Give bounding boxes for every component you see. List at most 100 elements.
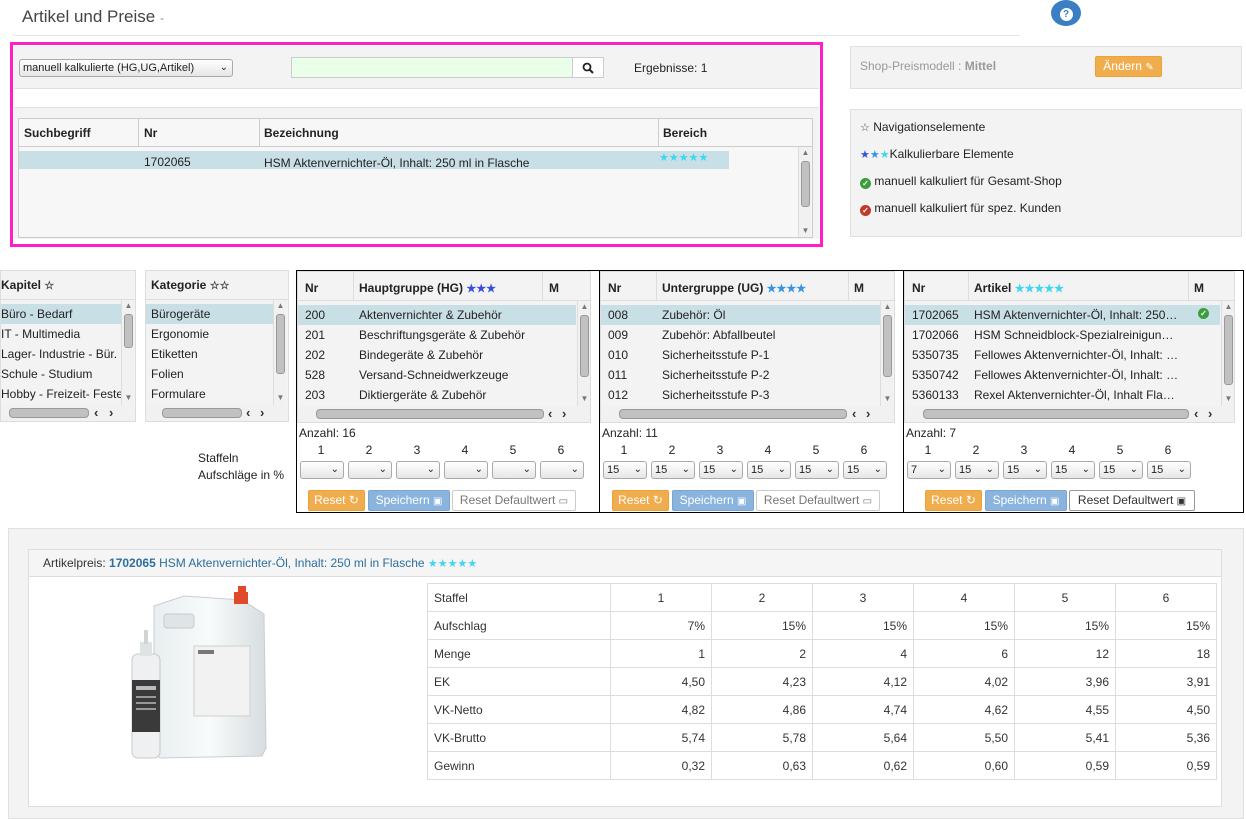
list-item[interactable]: Hobby - Freizeit- Feste bbox=[1, 384, 121, 404]
ug-col-m[interactable]: M bbox=[854, 281, 864, 295]
ug-step-select[interactable]: 15 ⌄ bbox=[795, 461, 839, 479]
table-row[interactable]: 011 Sicherheitsstufe P-2 bbox=[601, 365, 880, 385]
hg-col-nr[interactable]: Nr bbox=[305, 281, 318, 295]
kapitel-hscroll[interactable]: ‹ › bbox=[1, 405, 135, 421]
col-nr[interactable]: Nr bbox=[144, 126, 157, 140]
ug-col-name[interactable]: Untergruppe (UG) ★★★★ bbox=[662, 281, 806, 295]
table-row[interactable]: 201 Beschriftungsgeräte & Zubehör bbox=[298, 325, 576, 345]
results-count: Ergebnisse: 1 bbox=[634, 61, 708, 75]
table-row[interactable]: 5350735 Fellowes Aktenvernichter-Öl, Inha… bbox=[905, 345, 1220, 365]
ug-scrollbar[interactable]: ▲ ▼ bbox=[880, 301, 893, 409]
ug-reset-default-button[interactable]: Reset Defaultwert ▭ bbox=[756, 490, 880, 511]
art-reset-button[interactable]: Reset ↻ bbox=[925, 490, 982, 511]
search-icon bbox=[582, 62, 594, 74]
kapitel-scrollbar[interactable]: ▲ ▼ bbox=[121, 300, 134, 408]
table-row[interactable]: 1702065 HSM Aktenvernichter-Öl, Inhalt: 2… bbox=[905, 305, 1220, 325]
art-scrollbar[interactable]: ▲ ▼ bbox=[1221, 301, 1234, 409]
ug-col-nr[interactable]: Nr bbox=[608, 281, 621, 295]
hg-step-select[interactable]: ⌄ bbox=[300, 461, 344, 479]
hg-step-select[interactable]: ⌄ bbox=[348, 461, 392, 479]
star-icon: ★★★★★ bbox=[1014, 283, 1065, 295]
star-outline-icon: ☆ bbox=[44, 280, 55, 292]
table-row[interactable]: 5360133 Rexel Aktenvernichter-Öl, Inhalt … bbox=[905, 385, 1220, 405]
results-scrollbar[interactable]: ▲ ▼ bbox=[798, 147, 811, 237]
kategorie-hscroll[interactable]: ‹ › bbox=[146, 405, 288, 421]
hg-reset-button[interactable]: Reset ↻ bbox=[308, 490, 365, 511]
art-save-button[interactable]: Speichern ▣ bbox=[985, 490, 1067, 511]
price-cell: 5,50 bbox=[913, 723, 1015, 752]
table-row[interactable]: 1702066 HSM Schneidblock-Spezialreinigun… bbox=[905, 325, 1220, 345]
art-step-select[interactable]: 15 ⌄ bbox=[1147, 461, 1191, 479]
hg-col-name[interactable]: Hauptgruppe (HG) ★★★ bbox=[359, 281, 496, 295]
art-reset-default-button[interactable]: Reset Defaultwert ▣ bbox=[1069, 490, 1195, 511]
art-col-name[interactable]: Artikel ★★★★★ bbox=[974, 281, 1064, 295]
hg-col-m[interactable]: M bbox=[549, 281, 559, 295]
search-button[interactable] bbox=[572, 57, 604, 78]
price-row-label: Gewinn bbox=[427, 751, 611, 780]
table-row[interactable]: 1702065 HSM Aktenvernichter-Öl, Inhalt: … bbox=[19, 151, 729, 170]
list-item[interactable]: IT - Multimedia bbox=[1, 324, 121, 344]
row-nr: 1702065 bbox=[144, 155, 191, 169]
ug-step-select[interactable]: 15 ⌄ bbox=[651, 461, 695, 479]
art-step-select[interactable]: 15 ⌄ bbox=[1051, 461, 1095, 479]
search-input[interactable] bbox=[291, 57, 573, 78]
list-item[interactable]: Folien bbox=[146, 364, 274, 384]
price-cell: 5,78 bbox=[711, 723, 813, 752]
hg-hscroll[interactable]: ‹ › bbox=[298, 406, 590, 422]
hg-step-select[interactable]: ⌄ bbox=[540, 461, 584, 479]
list-item[interactable]: Formulare bbox=[146, 384, 274, 404]
kategorie-scrollbar[interactable]: ▲ ▼ bbox=[273, 300, 286, 408]
list-item[interactable]: Schule - Studium bbox=[1, 364, 121, 384]
hg-reset-default-button[interactable]: Reset Defaultwert ▭ bbox=[452, 490, 576, 511]
hg-scrollbar[interactable]: ▲ ▼ bbox=[577, 301, 590, 409]
check-green-icon: ✓ bbox=[1198, 308, 1209, 319]
star-icon: ★ bbox=[869, 149, 880, 161]
list-item[interactable]: Ergonomie bbox=[146, 324, 274, 344]
ug-save-button[interactable]: Speichern ▣ bbox=[672, 490, 754, 511]
edit-icon: ✎ bbox=[1145, 62, 1154, 73]
art-step-select[interactable]: 15 ⌄ bbox=[1099, 461, 1143, 479]
ug-step-select[interactable]: 15 ⌄ bbox=[603, 461, 647, 479]
hg-step-select[interactable]: ⌄ bbox=[396, 461, 440, 479]
hg-save-button[interactable]: Speichern ▣ bbox=[368, 490, 450, 511]
table-row[interactable]: 202 Bindegeräte & Zubehör bbox=[298, 345, 576, 365]
price-cell: 15% bbox=[711, 611, 813, 640]
table-row[interactable]: 203 Diktiergeräte & Zubehör bbox=[298, 385, 576, 405]
table-row[interactable]: 200 Aktenvernichter & Zubehör bbox=[298, 305, 576, 325]
ug-reset-button[interactable]: Reset ↻ bbox=[612, 490, 669, 511]
change-label: Ändern bbox=[1103, 59, 1142, 73]
list-item[interactable]: Lager- Industrie - Bür. bbox=[1, 344, 121, 364]
art-hscroll[interactable]: ‹ › bbox=[905, 406, 1234, 422]
kategorie-header: Kategorie ☆☆ bbox=[151, 278, 230, 292]
price-cell: 0,62 bbox=[812, 751, 914, 780]
filter-select[interactable]: manuell kalkulierte (HG,UG,Artikel) ⌄ bbox=[19, 59, 233, 77]
staffeln-label: Staffeln bbox=[198, 451, 239, 465]
change-button[interactable]: Ändern ✎ bbox=[1095, 56, 1162, 77]
hg-step-select[interactable]: ⌄ bbox=[444, 461, 488, 479]
art-col-m[interactable]: M bbox=[1194, 281, 1204, 295]
shop-value: Mittel bbox=[964, 59, 997, 73]
art-step-select[interactable]: 15 ⌄ bbox=[1003, 461, 1047, 479]
art-col-nr[interactable]: Nr bbox=[912, 281, 925, 295]
col-suchbegriff[interactable]: Suchbegriff bbox=[24, 126, 91, 140]
hg-step-select[interactable]: ⌄ bbox=[492, 461, 536, 479]
table-row[interactable]: 009 Zubehör: Abfallbeutel bbox=[601, 325, 880, 345]
ug-step-select[interactable]: 15 ⌄ bbox=[699, 461, 743, 479]
col-bezeichnung[interactable]: Bezeichnung bbox=[264, 126, 339, 140]
table-row[interactable]: 010 Sicherheitsstufe P-1 bbox=[601, 345, 880, 365]
ug-hscroll[interactable]: ‹ › bbox=[601, 406, 894, 422]
table-row[interactable]: 528 Versand-Schneidwerkzeuge bbox=[298, 365, 576, 385]
help-icon[interactable]: ? bbox=[1051, 0, 1081, 26]
price-cell: 5 bbox=[1014, 583, 1116, 612]
list-item[interactable]: Etiketten bbox=[146, 344, 274, 364]
table-row[interactable]: 008 Zubehör: Öl bbox=[601, 305, 880, 325]
art-step-select[interactable]: 15 ⌄ bbox=[955, 461, 999, 479]
table-row[interactable]: 5350742 Fellowes Aktenvernichter-Öl, Inha… bbox=[905, 365, 1220, 385]
list-item[interactable]: Bürogeräte bbox=[146, 304, 274, 324]
ug-step-select[interactable]: 15 ⌄ bbox=[843, 461, 887, 479]
table-row[interactable]: 012 Sicherheitsstufe P-3 bbox=[601, 385, 880, 405]
art-step-select[interactable]: 7 ⌄ bbox=[907, 461, 951, 479]
ug-step-select[interactable]: 15 ⌄ bbox=[747, 461, 791, 479]
col-bereich[interactable]: Bereich bbox=[663, 126, 707, 140]
list-item[interactable]: Büro - Bedarf bbox=[1, 304, 121, 324]
